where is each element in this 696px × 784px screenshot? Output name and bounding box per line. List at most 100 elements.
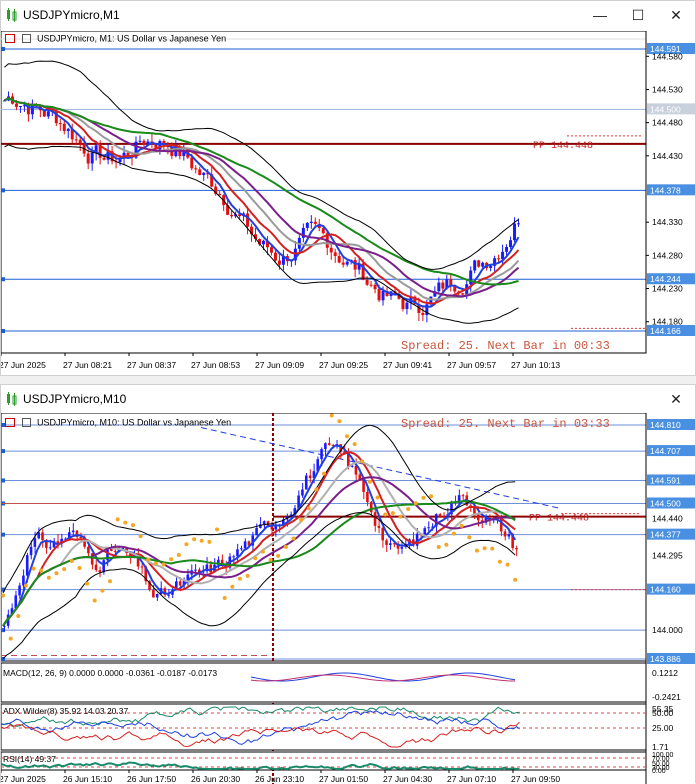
chart-app-icon (7, 392, 17, 406)
candlestick-body (353, 259, 357, 270)
candlestick-body (517, 223, 521, 225)
chart-canvas[interactable]: PP 144.448144.591144.580144.530144.50014… (1, 31, 695, 375)
parabolic-sar-dot (62, 567, 67, 572)
close-icon[interactable]: ✕ (657, 1, 695, 29)
candlestick-body (140, 566, 144, 568)
candlestick-body (513, 223, 517, 241)
candlestick-body (269, 247, 273, 253)
parabolic-sar-dot (153, 561, 158, 566)
candlestick-body (481, 262, 485, 267)
parabolic-sar-dot (138, 534, 143, 539)
maximize-icon[interactable]: ☐ (619, 1, 657, 29)
candlestick-body (308, 475, 312, 479)
price-axis-label: 144.378 (650, 185, 681, 195)
parabolic-sar-dot (360, 459, 365, 464)
parabolic-sar-dot (77, 566, 82, 571)
candlestick-body (178, 581, 182, 586)
candlestick-body (232, 556, 235, 558)
parabolic-sar-dot (367, 479, 372, 484)
candlestick-body (90, 152, 94, 164)
parabolic-sar-dot (230, 584, 235, 589)
parabolic-sar-dot (169, 557, 174, 562)
candlestick-body (305, 222, 309, 228)
parabolic-sar-dot (8, 636, 13, 641)
price-axis-label: 144.580 (652, 51, 683, 61)
candlestick-body (142, 140, 146, 145)
window-titlebar[interactable]: USDJPYmicro,M10 ✕ (1, 385, 695, 413)
candlestick-body (509, 240, 513, 248)
parabolic-sar-dot (436, 544, 441, 549)
candlestick-body (421, 312, 425, 316)
parabolic-sar-dot (46, 575, 51, 580)
parabolic-sar-dot (345, 434, 349, 439)
candlestick-body (373, 512, 377, 526)
candlestick-body (381, 290, 385, 301)
candlestick-body (442, 516, 446, 518)
macd-scale-label: -0.2421 (652, 692, 681, 702)
adx-scale-label: 50.00 (652, 708, 674, 718)
candlestick-body (152, 589, 155, 598)
candlestick-body (345, 261, 349, 265)
candlestick-body (138, 140, 142, 142)
candlestick-body (198, 169, 202, 176)
candlestick-body (321, 228, 325, 234)
candlestick-body (74, 139, 78, 141)
candlestick-body (327, 443, 331, 446)
one-click-trading-icon[interactable] (5, 418, 15, 428)
candlestick-body (262, 521, 266, 525)
price-chart-m1[interactable]: PP 144.448 144.591 144.580 144.530 144.500 14… (1, 31, 695, 375)
parabolic-sar-dot (383, 512, 388, 517)
candlestick-body (369, 502, 373, 513)
level-line-anchor (1, 478, 5, 483)
candlestick-body (41, 532, 44, 541)
close-icon[interactable]: ✕ (657, 385, 695, 413)
candlestick-body (87, 546, 90, 554)
parabolic-sar-dot (207, 539, 212, 544)
adx-label: ADX Wilder(8) 35.92 14.03 20.37 (3, 706, 128, 716)
price-axis-label: 143.886 (650, 654, 681, 664)
candlestick-body (255, 527, 258, 536)
adx-scale-label: 1.71 (652, 742, 669, 752)
parabolic-sar-dot (23, 583, 28, 588)
candlestick-body (62, 123, 66, 132)
parabolic-sar-dot (176, 553, 181, 558)
candlestick-body (194, 168, 198, 170)
candlestick-body (304, 475, 308, 490)
chart-canvas[interactable]: PP 144.448 Spread: 25. Next Bar in 03:33 1… (1, 413, 695, 784)
window-titlebar[interactable]: USDJPYmicro,M1 — ☐ ✕ (1, 1, 695, 29)
candlestick-body (377, 525, 381, 528)
price-axis-label: 144.530 (652, 84, 683, 94)
parabolic-sar-dot (329, 413, 334, 418)
price-chart-m10[interactable]: PP 144.448 Spread: 25. Next Bar in 03:33 1… (1, 413, 695, 784)
chart-window-m10[interactable]: USDJPYmicro,M10 ✕ PP 144.448 Spread: 25. … (0, 384, 696, 784)
candlestick-body (461, 495, 465, 497)
candlestick-body (18, 106, 22, 108)
price-axis-label: 144.440 (652, 514, 683, 524)
minimize-icon[interactable]: — (581, 1, 619, 29)
chart-window-m1[interactable]: USDJPYmicro,M1 — ☐ ✕ PP 144.448 144.591 14… (0, 0, 696, 376)
candlestick-body (341, 262, 345, 265)
plot-area[interactable] (1, 31, 647, 354)
adx-scale-label: 25.00 (652, 723, 674, 733)
candlestick-body (377, 289, 381, 301)
parabolic-sar-dot (54, 571, 59, 576)
candlestick-body (48, 547, 52, 549)
price-axis-label: 144.591 (650, 475, 681, 485)
parabolic-sar-dot (161, 562, 166, 567)
chart-type-icon (21, 34, 31, 44)
spread-countdown-text: Spread: 25. Next Bar in 00:33 (401, 339, 610, 353)
chart-app-icon (7, 8, 17, 22)
candlestick-body (102, 560, 105, 573)
chart-caption: USDJPYmicro, M10: US Dollar vs Japanese … (37, 417, 232, 428)
candlestick-body (441, 282, 445, 289)
plot-area[interactable] (1, 413, 647, 662)
parabolic-sar-dot (406, 506, 411, 511)
chart-type-icon (21, 418, 31, 428)
price-axis-label: 144.330 (652, 217, 683, 227)
candlestick-body (71, 530, 75, 533)
parabolic-sar-dot (421, 495, 426, 500)
candlestick-body (246, 213, 250, 227)
one-click-trading-icon[interactable] (5, 34, 15, 44)
candlestick-body (437, 282, 441, 292)
candlestick-body (18, 585, 21, 596)
